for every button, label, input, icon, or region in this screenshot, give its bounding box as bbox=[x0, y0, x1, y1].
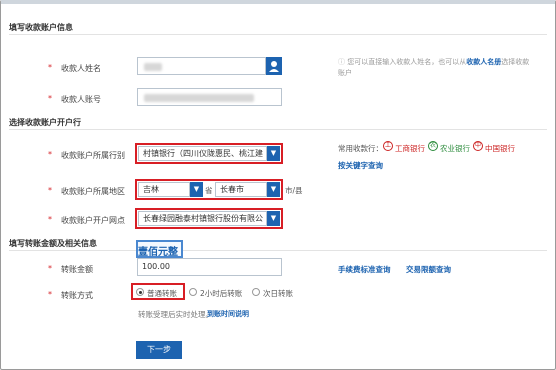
payee-branch-select[interactable]: 长春绿园融泰村镇银行股份有限公 bbox=[138, 211, 267, 226]
method-option-2h[interactable]: 2小时后转账 bbox=[200, 288, 242, 299]
method-option-next-day[interactable]: 次日转账 bbox=[263, 288, 293, 299]
hint-icon: ⓘ bbox=[338, 58, 348, 66]
payee-book-button[interactable] bbox=[266, 57, 282, 75]
chevron-down-icon[interactable]: ▼ bbox=[190, 182, 203, 197]
amount-uppercase: 壹佰元整 bbox=[138, 247, 178, 258]
payee-account-input[interactable] bbox=[137, 88, 282, 106]
required-mark: * bbox=[48, 150, 52, 159]
common-banks-label: 常用收款行： bbox=[338, 144, 383, 153]
section-title-amount-info: 填写转账金额及相关信息 bbox=[9, 239, 97, 248]
amount-input[interactable]: 100.00 bbox=[137, 258, 282, 276]
method-label: 转账方式 bbox=[61, 291, 93, 300]
top-bar bbox=[1, 0, 555, 4]
bank-link-abc[interactable]: 农业银行 bbox=[440, 143, 470, 154]
limit-query-link[interactable]: 交易限额查询 bbox=[406, 264, 451, 275]
section-title-payee-bank: 选择收款账户开户行 bbox=[9, 118, 81, 127]
payee-name-label: 收款人姓名 bbox=[61, 64, 101, 73]
redacted-name bbox=[144, 63, 162, 71]
arrival-time-link[interactable]: 到账时间说明 bbox=[207, 309, 249, 319]
realtime-note: 转账受理后实时处理。 bbox=[138, 310, 213, 319]
boc-logo-icon: 中 bbox=[473, 141, 483, 151]
amount-label: 转账金额 bbox=[61, 265, 93, 274]
bank-link-boc[interactable]: 中国银行 bbox=[485, 143, 515, 154]
section-divider bbox=[9, 250, 547, 251]
payee-bank-select[interactable]: 村镇银行（四川仪陇惠民、桃江建 bbox=[138, 146, 267, 161]
section-title-payee-info: 填写收款账户信息 bbox=[9, 23, 73, 32]
payee-book-link[interactable]: 收款人名册 bbox=[466, 58, 501, 66]
radio-normal[interactable] bbox=[136, 288, 144, 296]
next-button[interactable]: 下一步 bbox=[136, 341, 182, 359]
section-divider bbox=[9, 129, 547, 130]
hint-text: 您可以直接输入收款人姓名，也可以从 bbox=[347, 58, 467, 66]
payee-branch-label: 收款账户开户网点 bbox=[61, 216, 125, 225]
city-suffix: 市/县 bbox=[285, 186, 303, 195]
icbc-logo-icon: 工 bbox=[383, 141, 393, 151]
required-mark: * bbox=[48, 63, 52, 72]
redacted-account bbox=[144, 94, 254, 102]
payee-name-hint: ⓘ 您可以直接输入收款人姓名，也可以从收款人名册选择收款账户 bbox=[338, 57, 534, 79]
chevron-down-icon[interactable]: ▼ bbox=[267, 211, 280, 226]
radio-2h[interactable] bbox=[189, 288, 197, 296]
chevron-down-icon[interactable]: ▼ bbox=[267, 182, 280, 197]
keyword-search-link[interactable]: 按关键字查询 bbox=[338, 160, 383, 171]
radio-next-day[interactable] bbox=[252, 288, 260, 296]
required-mark: * bbox=[48, 264, 52, 273]
payee-region-label: 收款账户所属地区 bbox=[61, 187, 125, 196]
province-suffix: 省 bbox=[205, 186, 213, 195]
required-mark: * bbox=[48, 186, 52, 195]
section-divider bbox=[9, 34, 547, 35]
province-select[interactable]: 吉林 bbox=[138, 182, 190, 197]
required-mark: * bbox=[48, 215, 52, 224]
payee-name-input[interactable] bbox=[137, 57, 266, 75]
required-mark: * bbox=[48, 290, 52, 299]
person-icon bbox=[269, 61, 279, 72]
payee-bank-label: 收款账户所属行别 bbox=[61, 151, 125, 160]
bank-link-icbc[interactable]: 工商银行 bbox=[395, 143, 425, 154]
fee-query-link[interactable]: 手续费标准查询 bbox=[338, 264, 391, 275]
payee-account-label: 收款人账号 bbox=[61, 95, 101, 104]
chevron-down-icon[interactable]: ▼ bbox=[267, 146, 280, 161]
abc-logo-icon: 农 bbox=[428, 141, 438, 151]
required-mark: * bbox=[48, 94, 52, 103]
city-select[interactable]: 长春市 bbox=[215, 182, 267, 197]
method-option-normal[interactable]: 普通转账 bbox=[147, 288, 177, 299]
